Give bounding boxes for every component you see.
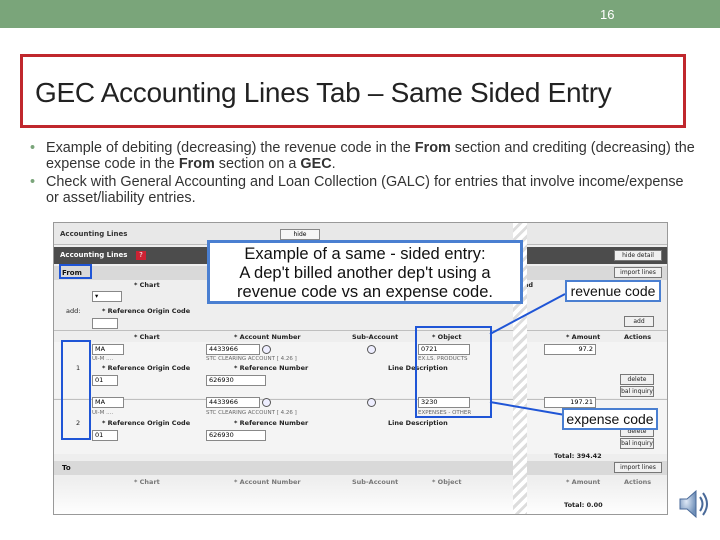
search-icon[interactable] <box>367 398 376 407</box>
revenue-code-label: revenue code <box>565 280 661 302</box>
rows-highlight <box>61 340 91 440</box>
bullet-item: • Check with General Accounting and Loan … <box>30 174 684 206</box>
account-input[interactable]: 4433966 <box>206 397 260 408</box>
speaker-icon[interactable] <box>672 484 712 524</box>
slide-title: GEC Accounting Lines Tab – Same Sided En… <box>35 77 612 108</box>
section-title: Accounting Lines <box>60 251 128 259</box>
line-desc-header: Line Description <box>388 419 448 427</box>
add-button[interactable]: add <box>624 316 654 327</box>
from-highlight <box>59 264 92 279</box>
ref-number-header: * Reference Number <box>234 364 309 372</box>
amount-input[interactable]: 97.2 <box>544 344 596 355</box>
chart-select[interactable]: MA <box>92 344 124 355</box>
origin-header: * Reference Origin Code <box>102 307 191 315</box>
sub-account-header: Sub-Account <box>352 333 399 341</box>
search-icon[interactable] <box>367 345 376 354</box>
bullet-item: • Example of debiting (decreasing) the re… <box>30 140 695 172</box>
slide-number: 16 <box>600 7 615 22</box>
to-section-bar: To import lines <box>54 461 667 475</box>
chart-select[interactable]: MA <box>92 397 124 408</box>
callout-line-2: A dep't billed another dep't using a <box>239 264 491 282</box>
amount-header: * Amount <box>566 333 601 341</box>
import-lines-button[interactable]: import lines <box>614 267 662 278</box>
title-box: GEC Accounting Lines Tab – Same Sided En… <box>20 54 686 128</box>
search-icon[interactable] <box>262 398 271 407</box>
amount-header: * Amount <box>566 478 601 486</box>
chart-select[interactable]: ▾ <box>92 291 122 302</box>
origin-input[interactable] <box>92 318 118 329</box>
callout-box: Example of a same - sided entry: A dep't… <box>207 240 523 304</box>
object-header: * Object <box>432 478 462 486</box>
balance-inquiry-button[interactable]: bal inquiry <box>620 438 654 449</box>
ref-number-input[interactable]: 626930 <box>206 430 266 441</box>
tab-title: Accounting Lines <box>60 230 128 238</box>
add-label: add: <box>66 307 81 315</box>
import-lines-button[interactable]: import lines <box>614 462 662 473</box>
delete-button[interactable]: delete <box>620 374 654 385</box>
to-label: To <box>62 464 71 472</box>
origin-header: * Reference Origin Code <box>102 419 191 427</box>
chart-header: * Chart <box>134 333 160 341</box>
total-from: Total: 394.42 <box>554 452 602 460</box>
total-to: Total: 0.00 <box>564 501 603 509</box>
callout-line-1: Example of a same - sided entry: <box>244 245 486 263</box>
balance-inquiry-button[interactable]: bal inquiry <box>620 386 654 397</box>
hide-button[interactable]: hide <box>280 229 320 240</box>
account-number-header: * Account Number <box>234 333 301 341</box>
chart-header: * Chart <box>134 478 160 486</box>
ref-number-input[interactable]: 626930 <box>206 375 266 386</box>
callout-line-3: revenue code vs an expense code. <box>237 283 493 301</box>
hide-detail-button[interactable]: hide detail <box>614 250 662 261</box>
origin-header: * Reference Origin Code <box>102 364 191 372</box>
help-icon[interactable]: ? <box>136 251 146 260</box>
amount-input[interactable]: 197.21 <box>544 397 596 408</box>
origin-input[interactable]: 01 <box>92 375 118 386</box>
account-number-header: * Account Number <box>234 478 301 486</box>
ref-number-header: * Reference Number <box>234 419 309 427</box>
actions-header: Actions <box>624 333 652 341</box>
actions-header: Actions <box>624 478 652 486</box>
object-highlight <box>415 326 492 418</box>
chart-header: * Chart <box>134 281 160 289</box>
account-input[interactable]: 4433966 <box>206 344 260 355</box>
expense-code-label: expense code <box>562 408 658 430</box>
bullet-list: • Example of debiting (decreasing) the re… <box>30 140 700 208</box>
search-icon[interactable] <box>262 345 271 354</box>
sub-account-header: Sub-Account <box>352 478 399 486</box>
origin-input[interactable]: 01 <box>92 430 118 441</box>
